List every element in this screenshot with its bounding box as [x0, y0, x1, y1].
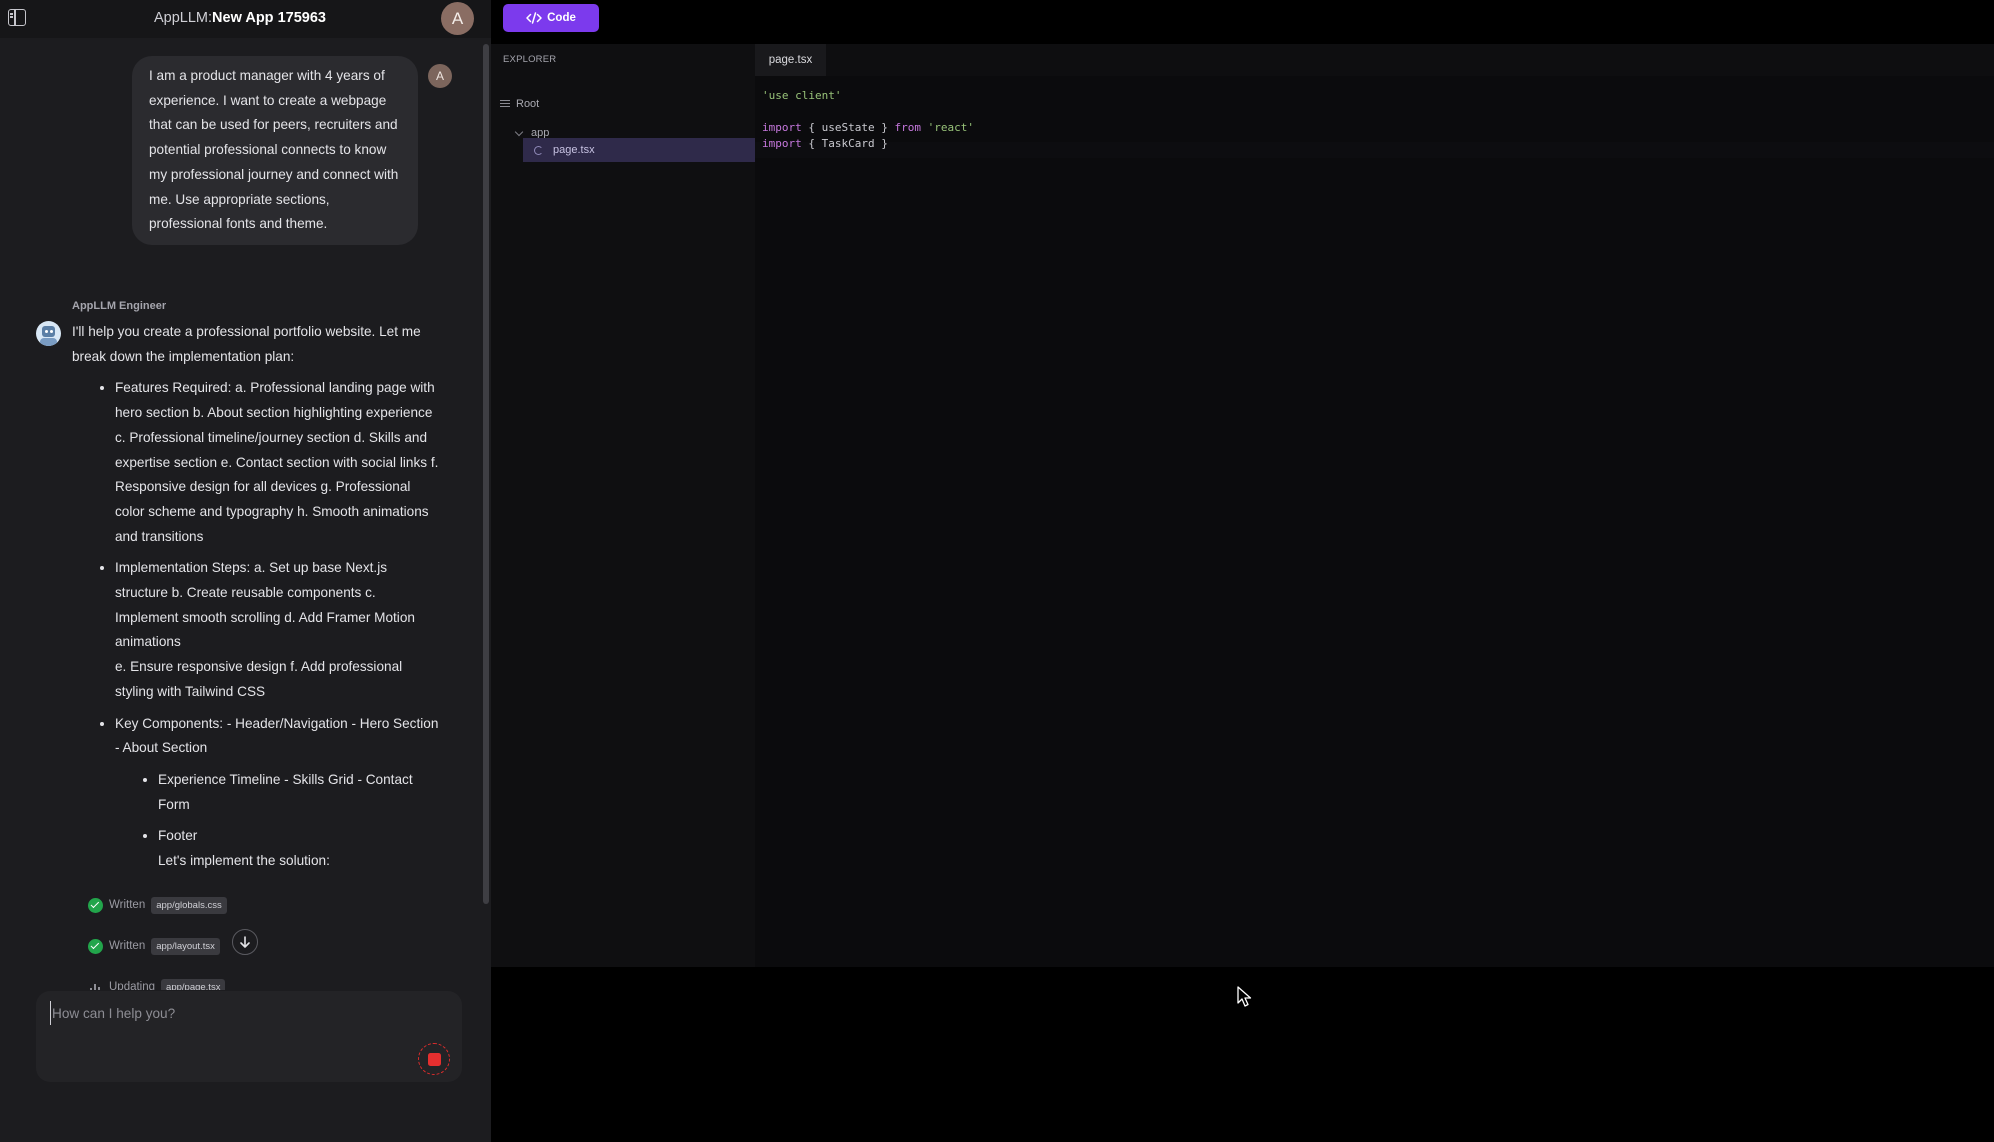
code-button-label: Code: [547, 12, 576, 24]
tree-item-label: Root: [516, 98, 540, 110]
plan-list: Features Required: a. Professional landi…: [72, 376, 442, 873]
tree-item-page-file[interactable]: page.tsx: [523, 138, 755, 162]
code-text: { TaskCard }: [801, 137, 888, 150]
scrollbar-thumb[interactable]: [483, 44, 489, 904]
status-label: Updating: [109, 981, 156, 990]
explorer-title: EXPLORER: [503, 54, 557, 65]
app-name: New App 175963: [212, 10, 326, 26]
list-item-text: e. Ensure responsive design f. Add profe…: [115, 659, 403, 699]
list-item: Implementation Steps: a. Set up base Nex…: [115, 556, 442, 704]
check-circle-icon: [88, 938, 103, 954]
app-title-prefix: AppLLM:: [154, 10, 213, 26]
status-label: Written: [109, 940, 146, 952]
assistant-intro: I'll help you create a professional port…: [72, 324, 421, 364]
file-status-row: Updating app/page.tsx: [88, 978, 226, 990]
editor-tabs: page.tsx: [755, 44, 1994, 76]
file-chip[interactable]: app/page.tsx: [161, 978, 226, 990]
status-label: Written: [109, 899, 146, 911]
file-chip[interactable]: app/layout.tsx: [151, 937, 220, 955]
tree-item-label: page.tsx: [553, 144, 595, 156]
scroll-down-button[interactable]: [232, 929, 258, 955]
chat-input[interactable]: [50, 1001, 420, 1025]
list-item: Key Components: - Header/Navigation - He…: [115, 712, 442, 874]
code-editor: page.tsx 'use client' import { useState …: [755, 44, 1994, 967]
chat-messages: I am a product manager with 4 years of e…: [0, 38, 483, 990]
code-keyword: import: [762, 121, 802, 134]
list-item-text: Footer: [158, 828, 198, 844]
message-composer: [36, 991, 462, 1082]
arrow-down-icon: [240, 936, 250, 948]
closing-line: Let's implement the solution:: [158, 853, 330, 869]
chevron-down-icon: [514, 127, 524, 136]
loading-icon: [88, 980, 103, 990]
assistant-avatar-icon: [36, 321, 61, 346]
file-explorer: EXPLORER Root app page.tsx: [491, 44, 755, 967]
chat-scrollbar[interactable]: [483, 44, 489, 904]
list-item-text: Implementation Steps: a. Set up base Nex…: [115, 560, 415, 650]
code-icon: [526, 12, 542, 24]
mouse-cursor-icon: [1237, 986, 1252, 1007]
chat-panel: AppLLM:New App 175963 A I am a product m…: [0, 0, 491, 1142]
user-message: I am a product manager with 4 years of e…: [132, 56, 418, 245]
list-item: Footer Let's implement the solution:: [158, 824, 442, 873]
file-status-row: Written app/layout.tsx: [88, 937, 220, 955]
stop-icon: [427, 1052, 441, 1066]
components-sublist: Experience Timeline - Skills Grid - Cont…: [115, 768, 442, 874]
file-chip[interactable]: app/globals.css: [151, 896, 227, 914]
check-circle-icon: [88, 897, 103, 913]
assistant-message: I'll help you create a professional port…: [72, 320, 442, 881]
list-icon: [500, 100, 510, 108]
code-string: 'use client': [762, 89, 842, 102]
file-status-row: Written app/globals.css: [88, 896, 227, 914]
sidebar-toggle-icon[interactable]: [8, 9, 26, 26]
code-content[interactable]: 'use client' import { useState } from 'r…: [762, 88, 974, 152]
user-avatar[interactable]: A: [441, 2, 474, 35]
refresh-icon: [534, 145, 543, 155]
assistant-name: AppLLM Engineer: [72, 300, 167, 312]
tab-page-tsx[interactable]: page.tsx: [755, 44, 826, 76]
code-view-button[interactable]: Code: [503, 4, 599, 32]
tree-item-root[interactable]: Root: [500, 92, 539, 116]
app-title: AppLLM:New App 175963: [154, 10, 326, 26]
stop-generation-button[interactable]: [418, 1043, 450, 1075]
chat-header: AppLLM:New App 175963 A: [0, 0, 491, 38]
code-keyword: import: [762, 137, 802, 150]
list-item: Experience Timeline - Skills Grid - Cont…: [158, 768, 442, 817]
code-string: 'react': [920, 121, 974, 134]
message-avatar: A: [428, 64, 452, 88]
list-item-text: Key Components: - Header/Navigation - He…: [115, 715, 439, 756]
code-keyword: from: [894, 121, 921, 134]
code-text: { useState }: [801, 121, 895, 134]
list-item: Features Required: a. Professional landi…: [115, 376, 442, 549]
